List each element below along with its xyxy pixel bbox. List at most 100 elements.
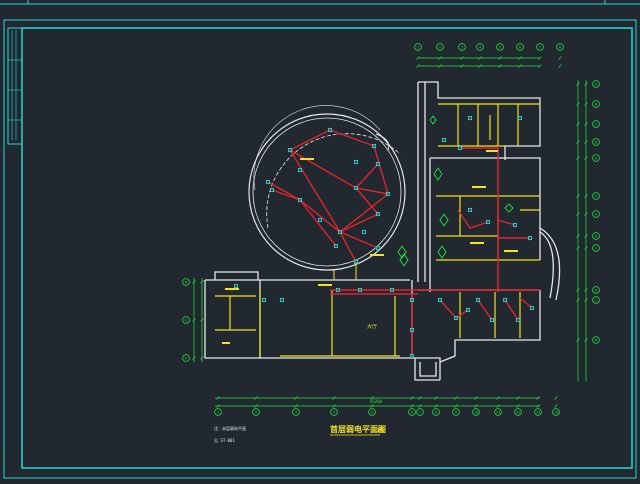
svg-text:J: J — [595, 247, 597, 251]
grid-bubble-left-F: F — [182, 354, 190, 362]
grid-bubble-right-M: M — [592, 336, 600, 344]
dimension-tick — [554, 396, 558, 400]
svg-text:F: F — [595, 195, 597, 199]
dimension-lines — [193, 57, 587, 407]
grid-bubble-bottom-11: 11 — [494, 408, 502, 416]
grid-bubble-bottom-10: 10 — [472, 408, 480, 416]
data-outlet-icon — [279, 297, 285, 303]
grid-bubble-top-7: 7 — [536, 43, 544, 51]
grid-bubble-bottom-7: 7 — [416, 408, 424, 416]
data-outlet-icon — [261, 297, 267, 303]
grid-bubble-left-E: E — [182, 316, 190, 324]
grid-bubble-bottom-6: 6 — [408, 408, 416, 416]
data-outlet-icon — [353, 159, 359, 165]
dimension-tick — [558, 56, 562, 60]
overall-dimension: 43200 — [370, 399, 383, 404]
grid-bubble-bottom-4: 4 — [330, 408, 338, 416]
svg-text:9: 9 — [455, 411, 457, 415]
grid-bubble-bottom-8: 8 — [432, 408, 440, 416]
central-room-label: 大厅 — [367, 323, 377, 330]
svg-text:4: 4 — [333, 411, 335, 415]
svg-text:G: G — [595, 213, 597, 217]
circuit-runs — [267, 129, 540, 358]
svg-text:3: 3 — [461, 46, 463, 50]
data-outlet-icon — [517, 115, 523, 121]
svg-text:3: 3 — [295, 411, 297, 415]
svg-text:F: F — [185, 357, 187, 361]
grid-bubble-right-F: F — [592, 192, 600, 200]
svg-text:6: 6 — [519, 46, 521, 50]
device-symbols — [233, 115, 535, 359]
cad-drawing-viewport[interactable]: 1 2 3 4 5 6 7 8 A B C D E F G H J K L M 1 2 3 4 5 6 7 8 9 10 11 12 13 14 D… — [0, 0, 640, 480]
svg-text:2: 2 — [439, 46, 441, 50]
grid-bubble-top-6: 6 — [516, 43, 524, 51]
data-outlet-icon — [361, 229, 367, 235]
grid-bubble-right-D: D — [592, 138, 600, 146]
grid-bubble-bottom-13: 13 — [534, 408, 542, 416]
svg-text:6: 6 — [411, 411, 413, 415]
svg-text:D: D — [595, 141, 597, 145]
svg-text:B: B — [595, 103, 597, 107]
grid-bubble-top-3: 3 — [458, 43, 466, 51]
room-annotations — [222, 150, 518, 344]
svg-text:2: 2 — [255, 411, 257, 415]
svg-text:D: D — [185, 281, 187, 285]
svg-text:10: 10 — [474, 411, 478, 415]
data-outlet-icon — [441, 137, 447, 143]
grid-bubble-bottom-2: 2 — [252, 408, 260, 416]
svg-text:E: E — [185, 319, 187, 323]
grid-bubble-top-1: 1 — [414, 43, 422, 51]
grid-bubble-right-L: L — [592, 296, 600, 304]
svg-text:4: 4 — [479, 46, 481, 50]
grid-bubble-bottom-9: 9 — [452, 408, 460, 416]
svg-text:13: 13 — [536, 411, 540, 415]
data-outlet-icon — [467, 115, 473, 121]
floor-plan-svg: 1 2 3 4 5 6 7 8ABCDEFGHJKLM1 2 3 4 5 6 7 8 9 10 11 12 13 14D… — [0, 0, 640, 479]
note-line-1: 注：本层弱电平面 — [214, 425, 246, 431]
svg-text:12: 12 — [516, 411, 520, 415]
data-outlet-icon — [317, 217, 323, 223]
grid-bubble-right-G: G — [592, 210, 600, 218]
dimension-tick — [558, 64, 562, 68]
svg-text:E: E — [595, 157, 597, 161]
svg-text:14: 14 — [554, 411, 558, 415]
svg-text:7: 7 — [419, 411, 421, 415]
svg-text:A: A — [595, 83, 598, 87]
data-outlet-icon — [467, 207, 473, 213]
grid-bubble-right-K: K — [592, 286, 600, 294]
building-walls — [204, 81, 561, 381]
svg-text:8: 8 — [435, 411, 437, 415]
grid-bubble-right-B: B — [592, 100, 600, 108]
grid-bubble-left-D: D — [182, 278, 190, 286]
svg-text:11: 11 — [496, 411, 500, 415]
grid-bubble-right-E: E — [592, 154, 600, 162]
svg-text:C: C — [595, 123, 597, 127]
svg-text:M: M — [595, 339, 598, 343]
grid-bubble-top-4: 4 — [476, 43, 484, 51]
grid-bubble-top-2: 2 — [436, 43, 444, 51]
grid-bubble-top-8: 8 — [556, 43, 564, 51]
grid-bubble-right-J: J — [592, 244, 600, 252]
grid-bubble-bottom-1: 1 — [214, 408, 222, 416]
svg-text:K: K — [595, 289, 598, 293]
grid-bubble-top-5: 5 — [496, 43, 504, 51]
svg-text:H: H — [595, 235, 597, 239]
dimension-ticks — [192, 56, 588, 408]
grid-bubble-bottom-12: 12 — [514, 408, 522, 416]
fixtures — [397, 115, 514, 267]
svg-text:7: 7 — [539, 46, 541, 50]
svg-text:1: 1 — [217, 411, 219, 415]
drawing-scale: 1:100 — [372, 428, 385, 433]
grid-bubble-bottom-5: 5 — [368, 408, 376, 416]
data-outlet-icon — [233, 283, 239, 289]
svg-text:1: 1 — [417, 46, 419, 50]
svg-text:5: 5 — [371, 411, 373, 415]
dimension-tick — [554, 404, 558, 408]
svg-text:L: L — [595, 299, 597, 303]
grid-bubble-right-H: H — [592, 232, 600, 240]
svg-text:8: 8 — [559, 46, 561, 50]
grid-bubble-bottom-3: 3 — [292, 408, 300, 416]
note-line-2: 见 ST-001 — [214, 438, 235, 443]
svg-text:5: 5 — [499, 46, 501, 50]
grid-bubble-right-C: C — [592, 120, 600, 128]
